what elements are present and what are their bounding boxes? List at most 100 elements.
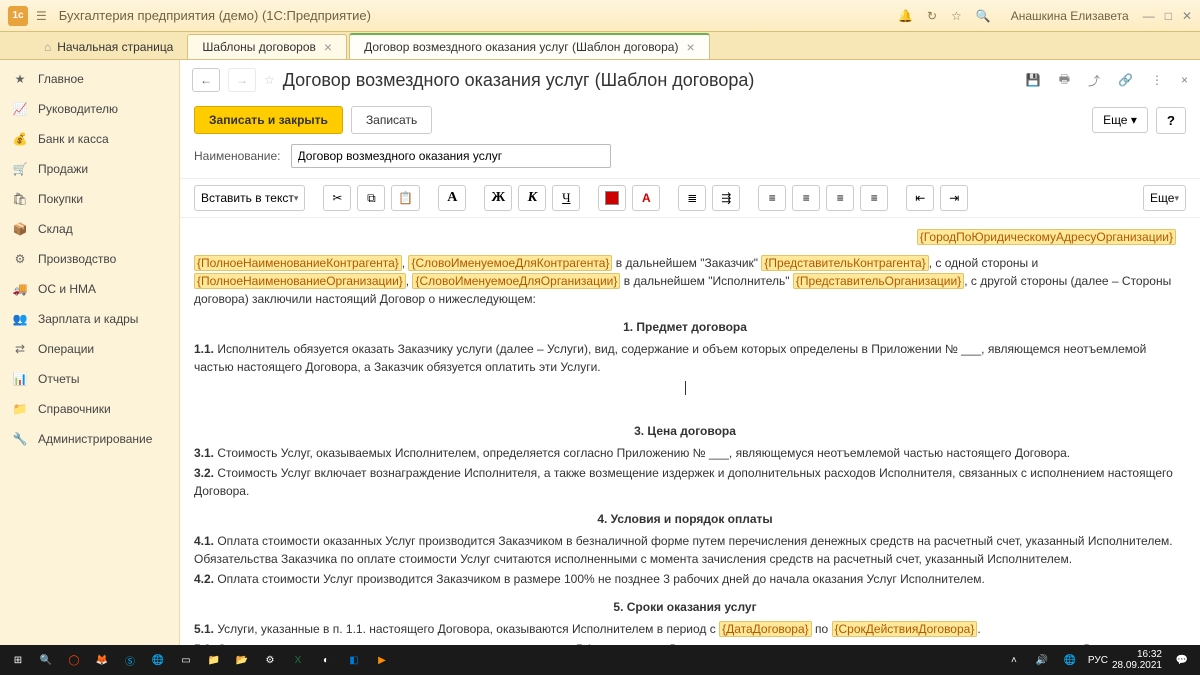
app-logo: 1c xyxy=(8,6,28,26)
print-icon[interactable]: 🖶 xyxy=(1059,70,1070,91)
bullet-list-button[interactable]: ≣ xyxy=(678,185,706,211)
help-button[interactable]: ? xyxy=(1156,107,1186,134)
variable-token[interactable]: {ГородПоЮридическомуАдресуОрганизации} xyxy=(917,229,1176,245)
insert-variable-button[interactable]: Вставить в текст xyxy=(194,185,305,211)
tray-lang[interactable]: РУС xyxy=(1084,646,1112,674)
user-name[interactable]: Анашкина Елизавета xyxy=(1011,9,1129,23)
variable-token[interactable]: {ПредставительКонтрагента} xyxy=(761,255,928,271)
taskbar-app[interactable]: 📁 xyxy=(200,646,228,674)
taskbar-app[interactable]: Ⓢ xyxy=(116,646,144,674)
search-icon[interactable]: 🔍 xyxy=(976,9,991,23)
save-icon[interactable]: 💾 xyxy=(1026,73,1041,87)
variable-token[interactable]: {СловоИменуемоеДляОрганизации} xyxy=(412,273,620,289)
sidebar-item-manager[interactable]: 📈Руководителю xyxy=(0,94,179,124)
taskbar-app[interactable]: 📂 xyxy=(228,646,256,674)
align-center-button[interactable]: ≡ xyxy=(792,185,820,211)
taskbar-app[interactable]: 🌐 xyxy=(144,646,172,674)
sidebar-item-assets[interactable]: 🚚ОС и НМА xyxy=(0,274,179,304)
tab-templates[interactable]: Шаблоны договоров × xyxy=(187,34,347,59)
variable-token[interactable]: {ПредставительОрганизации} xyxy=(793,273,964,289)
tab-close-icon[interactable]: × xyxy=(686,40,694,54)
tab-start-page[interactable]: ⌂ Начальная страница xyxy=(30,35,187,59)
taskbar-app[interactable]: ◯ xyxy=(60,646,88,674)
start-button[interactable]: ⊞ xyxy=(4,646,32,674)
taskbar-app[interactable]: ▶ xyxy=(368,646,396,674)
doc-text: Оплата стоимости оказанных Услуг произво… xyxy=(194,534,1173,566)
font-button[interactable]: А xyxy=(438,185,466,211)
taskbar-app[interactable]: ⚙ xyxy=(256,646,284,674)
sidebar-item-admin[interactable]: 🔧Администрирование xyxy=(0,424,179,454)
taskbar-app[interactable]: ◐ xyxy=(312,646,340,674)
menu-dots-icon[interactable]: ⋮ xyxy=(1151,73,1163,87)
sidebar-item-production[interactable]: ⚙Производство xyxy=(0,244,179,274)
highlight-color-button[interactable] xyxy=(598,185,626,211)
clause-num: 4.1. xyxy=(194,534,214,548)
maximize-icon[interactable]: □ xyxy=(1165,9,1172,23)
sidebar-item-bank[interactable]: 💰Банк и касса xyxy=(0,124,179,154)
variable-token[interactable]: {ПолноеНаименованиеОрганизации} xyxy=(194,273,406,289)
taskbar-app[interactable]: 🦊 xyxy=(88,646,116,674)
paste-button[interactable]: 📋 xyxy=(391,185,420,211)
variable-token[interactable]: {ПолноеНаименованиеКонтрагента} xyxy=(194,255,402,271)
name-input[interactable] xyxy=(291,144,611,168)
tab-close-icon[interactable]: × xyxy=(324,40,332,54)
indent-button[interactable]: ⇥ xyxy=(940,185,968,211)
text-color-button[interactable]: А xyxy=(632,185,660,211)
tray-notifications-icon[interactable]: 💬 xyxy=(1168,646,1196,674)
outdent-button[interactable]: ⇤ xyxy=(906,185,934,211)
taskbar-app[interactable]: ▭ xyxy=(172,646,200,674)
minimize-icon[interactable]: — xyxy=(1143,9,1155,23)
sidebar-item-operations[interactable]: ⇄Операции xyxy=(0,334,179,364)
align-left-button[interactable]: ≡ xyxy=(758,185,786,211)
underline-button[interactable]: Ч xyxy=(552,185,580,211)
close-page-icon[interactable]: × xyxy=(1181,73,1188,87)
bold-button[interactable]: Ж xyxy=(484,185,512,211)
toolbar-more-button[interactable]: Еще xyxy=(1143,185,1186,211)
variable-token[interactable]: {СловоИменуемоеДляКонтрагента} xyxy=(408,255,612,271)
tray-network-icon[interactable]: 🌐 xyxy=(1056,646,1084,674)
sidebar-item-hr[interactable]: 👥Зарплата и кадры xyxy=(0,304,179,334)
sidebar-item-directories[interactable]: 📁Справочники xyxy=(0,394,179,424)
tray-up-icon[interactable]: ˄ xyxy=(1000,646,1028,674)
more-button[interactable]: Еще ▾ xyxy=(1092,107,1148,133)
back-button[interactable]: ← xyxy=(192,68,220,92)
section-heading: 5. Сроки оказания услуг xyxy=(194,598,1176,616)
variable-token[interactable]: {ДатаДоговора} xyxy=(719,621,812,637)
save-button[interactable]: Записать xyxy=(351,106,432,134)
align-justify-button[interactable]: ≡ xyxy=(860,185,888,211)
sidebar-item-purchases[interactable]: 🛍Покупки xyxy=(0,184,179,214)
bell-icon[interactable]: 🔔 xyxy=(898,9,913,23)
history-icon[interactable]: ↻ xyxy=(927,9,937,23)
taskbar-app[interactable]: X xyxy=(284,646,312,674)
numbered-list-button[interactable]: ⇶ xyxy=(712,185,740,211)
sidebar-item-warehouse[interactable]: 📦Склад xyxy=(0,214,179,244)
tray-sound-icon[interactable]: 🔊 xyxy=(1028,646,1056,674)
star-icon[interactable]: ☆ xyxy=(951,9,962,23)
export-icon[interactable]: ⤴ xyxy=(1088,72,1100,89)
action-bar: Записать и закрыть Записать Еще ▾ ? xyxy=(180,100,1200,140)
forward-button[interactable]: → xyxy=(228,68,256,92)
tray-clock[interactable]: 16:32 28.09.2021 xyxy=(1112,649,1168,671)
variable-token[interactable]: {СрокДействияДоговора} xyxy=(832,621,978,637)
sidebar-item-sales[interactable]: 🛒Продажи xyxy=(0,154,179,184)
sidebar-item-main[interactable]: ★Главное xyxy=(0,64,179,94)
save-close-button[interactable]: Записать и закрыть xyxy=(194,106,343,134)
sidebar-label: Производство xyxy=(38,252,116,266)
favorite-icon[interactable]: ☆ xyxy=(264,73,275,87)
doc-text: Оплата стоимости Услуг производится Зака… xyxy=(214,572,985,586)
close-window-icon[interactable]: ✕ xyxy=(1182,9,1192,23)
search-button[interactable]: 🔍 xyxy=(32,646,60,674)
link-icon[interactable]: 🔗 xyxy=(1118,73,1133,87)
copy-button[interactable]: ⧉ xyxy=(357,185,385,211)
tab-contract[interactable]: Договор возмездного оказания услуг (Шабл… xyxy=(349,33,710,59)
doc-text: Стоимость Услуг, оказываемых Исполнителе… xyxy=(214,446,1070,460)
cut-button[interactable]: ✂ xyxy=(323,185,351,211)
sidebar-item-reports[interactable]: 📊Отчеты xyxy=(0,364,179,394)
document-editor[interactable]: {ГородПоЮридическомуАдресуОрганизации} {… xyxy=(180,218,1200,645)
page-header: ← → ☆ Договор возмездного оказания услуг… xyxy=(180,60,1200,100)
app-menu-icon[interactable]: ☰ xyxy=(36,9,47,23)
italic-button[interactable]: К xyxy=(518,185,546,211)
align-right-button[interactable]: ≡ xyxy=(826,185,854,211)
taskbar-app[interactable]: ◧ xyxy=(340,646,368,674)
truck-icon: 🚚 xyxy=(12,282,28,296)
